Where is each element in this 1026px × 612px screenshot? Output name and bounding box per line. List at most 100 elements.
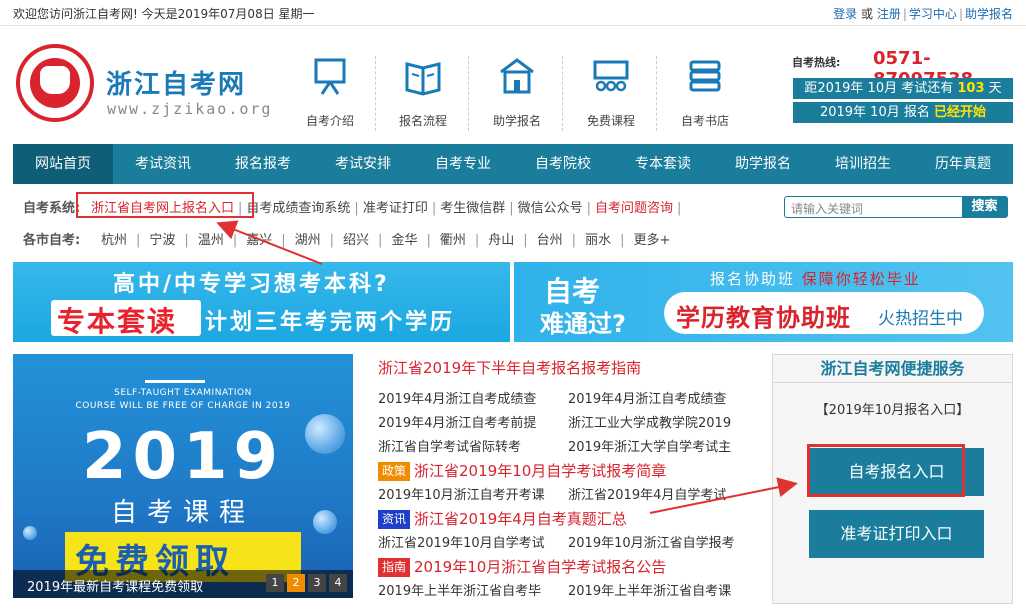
divider: | [136, 233, 141, 248]
nav-bookstore[interactable]: 自考书店 [665, 56, 745, 136]
ticket-print-button[interactable]: 准考证打印入口 [809, 510, 984, 558]
news-headline[interactable]: 指南 2019年10月浙江省自学考试报名公告 [378, 556, 666, 577]
promo-en-line2: COURSE WILL BE FREE OF CHARGE IN 2019 [75, 401, 291, 411]
nav-past-papers[interactable]: 历年真题 [913, 144, 1013, 184]
divider: | [902, 7, 907, 21]
open-book-icon [405, 62, 441, 96]
system-label: 自考系统: [23, 201, 81, 216]
nav-intro[interactable]: 自考介绍 [290, 56, 370, 136]
more-cities-link[interactable]: 更多+ [633, 233, 670, 248]
divider: | [571, 233, 577, 248]
ticket-print-link[interactable]: 准考证打印 [363, 201, 428, 216]
nav-colleges[interactable]: 自考院校 [513, 144, 613, 184]
book-stack-icon [689, 60, 721, 92]
news-headline[interactable]: 资讯 浙江省2019年4月自考真题汇总 [378, 508, 627, 529]
news-headline[interactable]: 浙江省2019年下半年自考报名报考指南 [378, 357, 641, 378]
news-link[interactable]: 浙江省2019年10月自学考试 [378, 532, 545, 551]
consult-link[interactable]: 自考问题咨询 [595, 201, 673, 216]
city-link[interactable]: 嘉兴 [246, 233, 272, 248]
slider-page-2[interactable]: 2 [287, 574, 305, 592]
nav-majors[interactable]: 自考专业 [413, 144, 513, 184]
nav-signup[interactable]: 报名报考 [213, 144, 313, 184]
slider-page-1[interactable]: 1 [266, 574, 284, 592]
wechat-official-link[interactable]: 微信公众号 [518, 201, 583, 216]
divider: | [232, 233, 238, 248]
signup-status: 2019年 10月 报名 已经开始 [793, 102, 1013, 123]
divider: | [281, 233, 286, 248]
wechat-group-link[interactable]: 考生微信群 [440, 201, 505, 216]
banner-left-line1: 高中/中专学习想考本科? [113, 272, 390, 297]
nav-home[interactable]: 网站首页 [13, 144, 113, 184]
banner-assist-class[interactable]: 自考 难通过? 报名协助班 保障你轻松毕业 学历教育协助班 火热招生中 [514, 262, 1013, 342]
news-link[interactable]: 浙江省2019年4月自学考试 [568, 484, 726, 503]
slider-page-3[interactable]: 3 [308, 574, 326, 592]
city-link[interactable]: 杭州 [101, 233, 127, 248]
nav-assist-label: 助学报名 [492, 114, 541, 128]
banner-right-top: 报名协助班 保障你轻松毕业 [710, 268, 921, 289]
site-name[interactable]: 浙江自考网 [106, 64, 246, 101]
banner-left-highlight: 专本套读 [57, 305, 178, 338]
nav-training[interactable]: 培训招生 [813, 144, 913, 184]
divider: | [958, 7, 963, 21]
banner-right-sub: 火热招生中 [878, 309, 963, 329]
news-link[interactable]: 浙江工业大学成教学院2019 [568, 412, 731, 431]
nav-combined-study[interactable]: 专本套读 [613, 144, 713, 184]
nav-process[interactable]: 报名流程 [383, 56, 463, 136]
countdown-suffix: 天 [988, 81, 1002, 96]
news-link[interactable]: 2019年上半年浙江省自考课 [568, 580, 731, 599]
study-center-link[interactable]: 学习中心 [909, 7, 957, 21]
main-nav: 网站首页 考试资讯 报名报考 考试安排 自考专业 自考院校 专本套读 助学报名 … [13, 144, 1013, 184]
city-link[interactable]: 衢州 [440, 233, 466, 248]
news-link[interactable]: 2019年10月浙江自考开考课 [378, 484, 545, 503]
register-link[interactable]: 注册 [877, 7, 901, 21]
tag-guide: 指南 [378, 558, 411, 577]
welcome-text: 欢迎您访问浙江自考网! 今天是2019年07月08日 星期一 [13, 7, 315, 21]
divider [375, 56, 376, 131]
news-headline-text: 2019年10月浙江省自学考试报名公告 [414, 558, 667, 576]
site-logo[interactable] [16, 44, 94, 122]
login-link[interactable]: 登录 [833, 7, 857, 21]
news-link[interactable]: 2019年浙江大学自学考试主 [568, 436, 731, 455]
news-link[interactable]: 2019年10月浙江省自学报考 [568, 532, 735, 551]
nav-exam-schedule[interactable]: 考试安排 [313, 144, 413, 184]
city-link[interactable]: 舟山 [488, 233, 514, 248]
nav-exam-news[interactable]: 考试资讯 [113, 144, 213, 184]
promo-slider[interactable]: SELF-TAUGHT EXAMINATION COURSE WILL BE F… [13, 354, 353, 598]
news-link[interactable]: 2019年4月浙江自考成绩查 [378, 388, 536, 407]
city-link[interactable]: 绍兴 [343, 233, 369, 248]
news-link[interactable]: 2019年4月浙江自考成绩查 [568, 388, 726, 407]
hotline-label: 自考热线: [792, 56, 841, 69]
nav-assist[interactable]: 助学报名 [477, 56, 557, 136]
annotation-box-signup-button [807, 444, 965, 497]
nav-assist-signup[interactable]: 助学报名 [713, 144, 813, 184]
city-link[interactable]: 台州 [537, 233, 563, 248]
search-input[interactable]: 请输入关键词 [791, 200, 863, 217]
score-query-link[interactable]: 自考成绩查询系统 [246, 201, 350, 216]
slider-pager: 1 2 3 4 [263, 574, 347, 592]
city-link[interactable]: 宁波 [149, 233, 175, 248]
assist-signup-link[interactable]: 助学报名 [965, 7, 1013, 21]
tag-policy: 政策 [378, 462, 411, 481]
banner-right-line2: 难通过? [540, 310, 626, 338]
nav-process-label: 报名流程 [398, 114, 447, 128]
nav-free-course[interactable]: 免费课程 [571, 56, 651, 136]
city-link[interactable]: 温州 [198, 233, 224, 248]
countdown-days: 103 [957, 81, 985, 96]
news-headline-text: 浙江省2019年10月自学考试报考简章 [414, 462, 667, 480]
banner-combined-study[interactable]: 高中/中专学习想考本科? 专本套读 计划三年考完两个学历 [13, 262, 510, 342]
news-headline-text: 浙江省2019年4月自考真题汇总 [414, 510, 627, 528]
school-building-icon [500, 58, 534, 94]
slider-page-4[interactable]: 4 [329, 574, 347, 592]
news-headline[interactable]: 政策 浙江省2019年10月自学考试报考简章 [378, 460, 666, 481]
news-link[interactable]: 2019年4月浙江自考考前提 [378, 412, 536, 431]
city-link[interactable]: 金华 [391, 233, 417, 248]
countdown-prefix: 距2019年 10月 考试还有 [804, 81, 954, 96]
news-link[interactable]: 2019年上半年浙江省自考毕 [378, 580, 541, 599]
news-link[interactable]: 浙江省自学考试省际转考 [378, 436, 521, 455]
city-link[interactable]: 湖州 [295, 233, 321, 248]
nav-bookstore-label: 自考书店 [680, 114, 729, 128]
promo-caption: 2019年最新自考课程免费领取 [27, 580, 204, 595]
search-button[interactable]: 搜索 [962, 197, 1007, 217]
exam-countdown: 距2019年 10月 考试还有 103 天 [793, 78, 1013, 99]
city-link[interactable]: 丽水 [585, 233, 611, 248]
